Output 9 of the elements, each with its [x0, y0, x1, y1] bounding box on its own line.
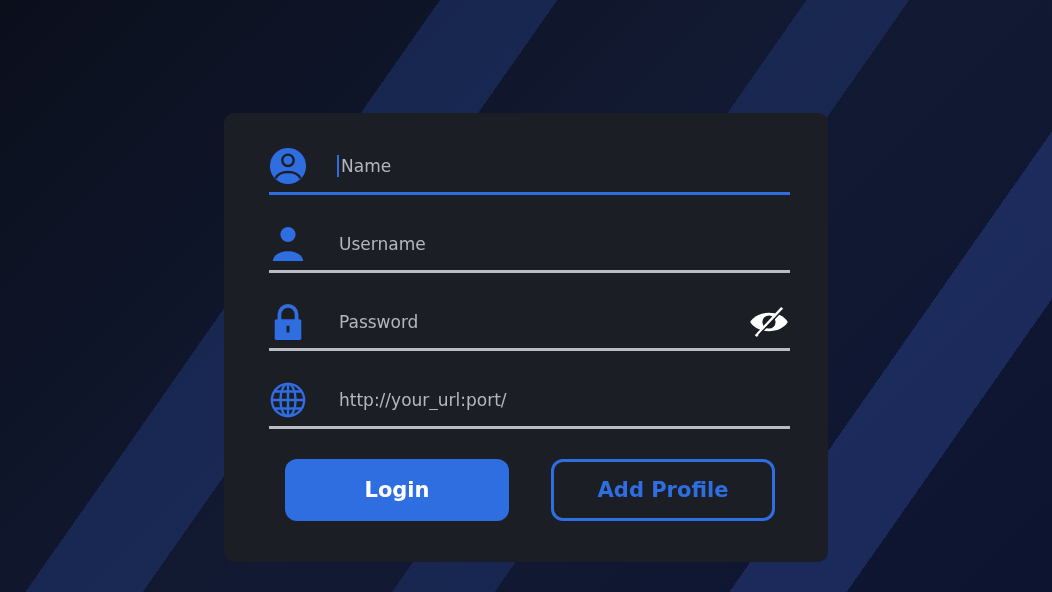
user-circle-icon	[269, 146, 307, 185]
login-button[interactable]: Login	[285, 459, 509, 521]
eye-slash-icon[interactable]	[748, 305, 790, 338]
add-profile-button[interactable]: Add Profile	[551, 459, 775, 521]
input-field[interactable]: Password	[337, 310, 748, 333]
input-field[interactable]: http://your_url:port/	[337, 388, 790, 411]
globe-icon	[269, 380, 307, 419]
input-field[interactable]: Username	[337, 232, 790, 255]
input-field[interactable]: Name	[337, 154, 790, 177]
